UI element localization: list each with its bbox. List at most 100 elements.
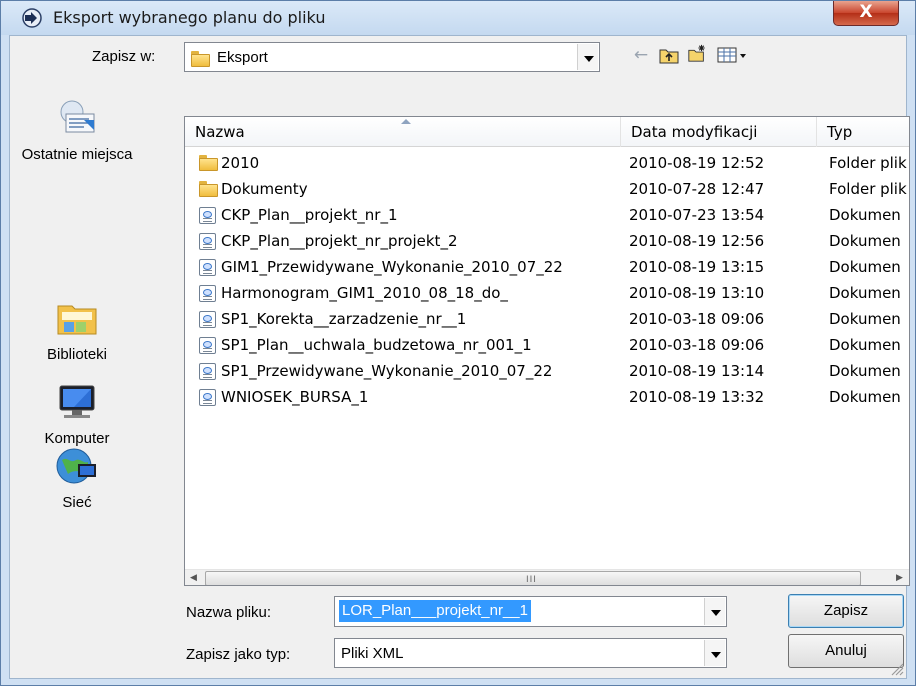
file-list[interactable]: Nazwa Data modyfikacji Typ 2010 2010-08-1…: [184, 116, 910, 586]
file-type: Dokumen: [829, 310, 901, 328]
recent-places-icon: [60, 100, 95, 133]
place-network[interactable]: Sieć: [10, 446, 144, 511]
file-name: Dokumenty: [221, 180, 308, 198]
list-item[interactable]: Harmonogram_GIM1_2010_08_18_do_ 2010-08-1…: [185, 281, 909, 306]
window-title: Eksport wybranego planu do pliku: [53, 8, 326, 27]
title-bar[interactable]: Eksport wybranego planu do pliku X: [1, 1, 915, 35]
xml-document-icon: [199, 337, 216, 354]
xml-document-icon: [199, 363, 216, 380]
file-date: 2010-08-19 13:10: [629, 284, 765, 302]
save-in-label: Zapisz w:: [92, 48, 156, 65]
file-type: Dokumen: [829, 206, 901, 224]
scroll-left-icon[interactable]: ◀: [185, 570, 202, 585]
file-date: 2010-08-19 13:15: [629, 258, 765, 276]
cancel-button[interactable]: Anuluj: [788, 634, 904, 668]
xml-document-icon: [199, 285, 216, 302]
resize-grip-icon[interactable]: [890, 662, 904, 676]
filetype-combobox[interactable]: Pliki XML: [334, 638, 727, 668]
file-date: 2010-08-19 13:32: [629, 388, 765, 406]
list-item[interactable]: GIM1_Przewidywane_Wykonanie_2010_07_22 20…: [185, 255, 909, 280]
list-item[interactable]: WNIOSEK_BURSA_1 2010-08-19 13:32 Dokumen: [185, 385, 909, 410]
list-item[interactable]: SP1_Plan__uchwala_budzetowa_nr_001_1 2010…: [185, 333, 909, 358]
list-item[interactable]: SP1_Przewidywane_Wykonanie_2010_07_22 201…: [185, 359, 909, 384]
scroll-right-icon[interactable]: ▶: [891, 570, 908, 585]
file-date: 2010-08-19 13:14: [629, 362, 765, 380]
xml-document-icon: [199, 259, 216, 276]
close-button[interactable]: X: [833, 1, 899, 26]
column-header-type[interactable]: Typ: [817, 117, 909, 147]
file-name: 2010: [221, 154, 260, 172]
dialog-body: Zapisz w: Eksport ← Ostatnie miejsca Bib…: [9, 35, 910, 679]
save-in-combobox[interactable]: Eksport: [184, 42, 600, 72]
save-button[interactable]: Zapisz: [788, 594, 904, 628]
place-label: Sieć: [62, 494, 92, 511]
file-name: SP1_Przewidywane_Wykonanie_2010_07_22: [221, 362, 553, 380]
file-type: Dokumen: [829, 232, 901, 250]
new-folder-icon[interactable]: [686, 43, 708, 63]
file-name: GIM1_Przewidywane_Wykonanie_2010_07_22: [221, 258, 563, 276]
filename-dropdown[interactable]: [704, 597, 726, 626]
chevron-down-icon[interactable]: [577, 44, 598, 70]
computer-icon: [59, 385, 95, 418]
file-name: WNIOSEK_BURSA_1: [221, 388, 369, 406]
list-item[interactable]: SP1_Korekta__zarzadzenie_nr__1 2010-03-18…: [185, 307, 909, 332]
view-menu-icon[interactable]: [716, 45, 750, 65]
back-arrow-icon[interactable]: ←: [630, 45, 652, 65]
file-date: 2010-07-23 13:54: [629, 206, 765, 224]
file-date: 2010-03-18 09:06: [629, 310, 765, 328]
export-plan-icon: [22, 8, 42, 28]
filetype-value: Pliki XML: [341, 645, 404, 662]
chevron-down-icon[interactable]: [704, 640, 725, 666]
filename-input[interactable]: LOR_Plan___projekt_nr__1: [334, 596, 727, 627]
file-name: CKP_Plan__projekt_nr_projekt_2: [221, 232, 458, 250]
list-header: Nazwa Data modyfikacji Typ: [185, 117, 909, 147]
xml-document-icon: [199, 389, 216, 406]
place-recent[interactable]: Ostatnie miejsca: [10, 98, 144, 163]
folder-icon: [199, 181, 218, 198]
file-type: Folder plik: [829, 154, 907, 172]
file-name: CKP_Plan__projekt_nr_1: [221, 206, 398, 224]
xml-document-icon: [199, 207, 216, 224]
libraries-icon: [57, 305, 97, 335]
list-item[interactable]: Dokumenty 2010-07-28 12:47 Folder plik: [185, 177, 909, 202]
file-date: 2010-07-28 12:47: [629, 180, 765, 198]
file-type: Dokumen: [829, 388, 901, 406]
filename-label: Nazwa pliku:: [186, 604, 272, 621]
file-type: Dokumen: [829, 336, 901, 354]
scrollbar-thumb[interactable]: III: [205, 571, 861, 585]
sort-ascending-icon: [401, 119, 411, 124]
horizontal-scrollbar[interactable]: ◀ III ▶: [185, 569, 909, 585]
chevron-down-icon[interactable]: [704, 598, 725, 625]
save-in-location: Eksport: [217, 49, 268, 66]
list-item[interactable]: CKP_Plan__projekt_nr_projekt_2 2010-08-19…: [185, 229, 909, 254]
place-computer[interactable]: Komputer: [10, 382, 144, 447]
close-icon: X: [859, 2, 873, 22]
column-header-date[interactable]: Data modyfikacji: [621, 117, 817, 147]
filetype-label: Zapisz jako typ:: [186, 646, 291, 663]
filename-value: LOR_Plan___projekt_nr__1: [339, 600, 531, 622]
file-date: 2010-03-18 09:06: [629, 336, 765, 354]
file-type: Folder plik: [829, 180, 907, 198]
file-name: SP1_Korekta__zarzadzenie_nr__1: [221, 310, 467, 328]
scrollbar-grip-icon: III: [526, 575, 537, 585]
place-label: Komputer: [44, 430, 110, 447]
place-label: Biblioteki: [46, 346, 108, 363]
xml-document-icon: [199, 233, 216, 250]
network-icon: [56, 448, 96, 484]
file-type: Dokumen: [829, 362, 901, 380]
file-date: 2010-08-19 12:56: [629, 232, 765, 250]
list-item[interactable]: 2010 2010-08-19 12:52 Folder plik: [185, 151, 909, 176]
folder-icon: [191, 51, 210, 67]
list-item[interactable]: CKP_Plan__projekt_nr_1 2010-07-23 13:54 Do…: [185, 203, 909, 228]
up-folder-icon[interactable]: [658, 45, 680, 65]
place-libraries[interactable]: Biblioteki: [10, 298, 144, 363]
file-name: Harmonogram_GIM1_2010_08_18_do_: [221, 284, 508, 302]
place-label: Ostatnie miejsca: [21, 146, 133, 163]
file-type: Dokumen: [829, 258, 901, 276]
file-date: 2010-08-19 12:52: [629, 154, 765, 172]
file-name: SP1_Plan__uchwala_budzetowa_nr_001_1: [221, 336, 532, 354]
folder-icon: [199, 155, 218, 172]
file-type: Dokumen: [829, 284, 901, 302]
dialog-window: Eksport wybranego planu do pliku X Zapis…: [0, 0, 916, 686]
xml-document-icon: [199, 311, 216, 328]
